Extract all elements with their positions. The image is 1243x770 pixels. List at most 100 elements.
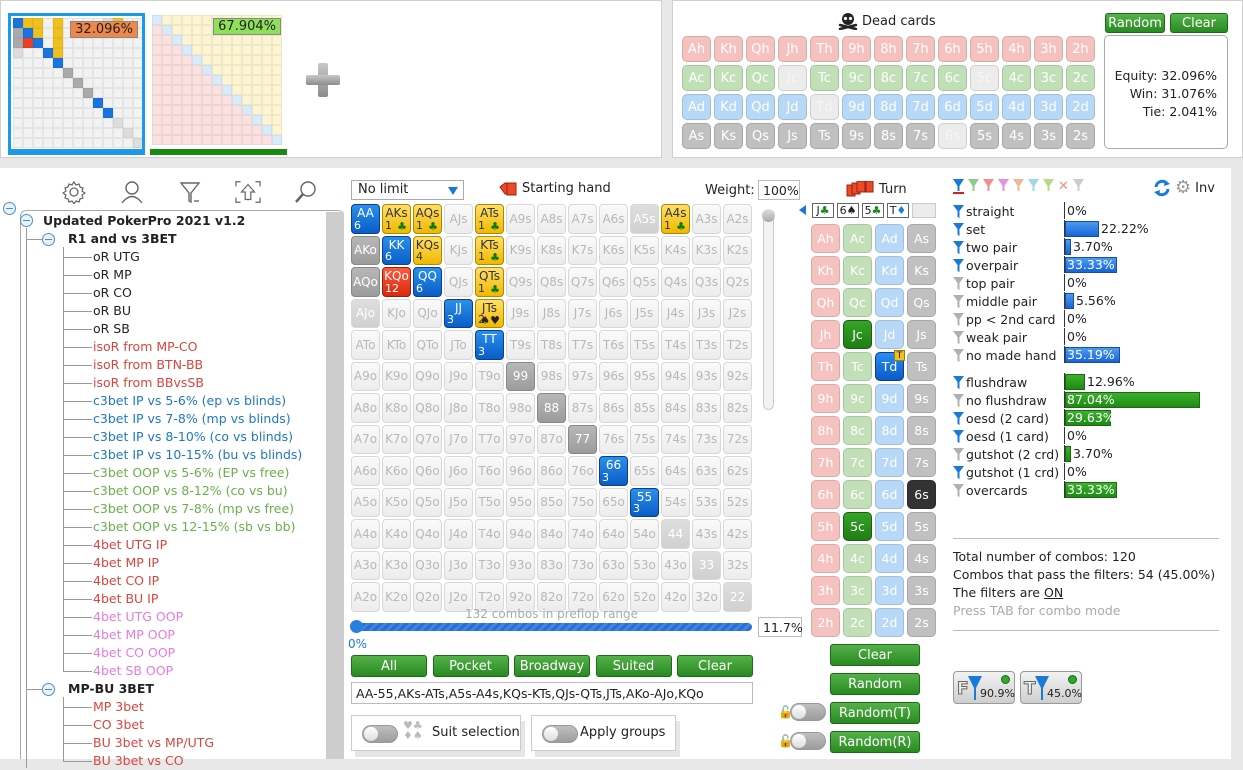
funnel-icon[interactable] [953, 294, 964, 308]
board-deck-card[interactable]: Td T [875, 350, 905, 381]
dead-card[interactable]: Jc [778, 65, 807, 91]
filter-tab-icon[interactable] [968, 179, 979, 194]
hand-cell[interactable]: 32s [723, 550, 752, 580]
hand-cell[interactable]: 65s [630, 456, 659, 486]
board-deck-card[interactable]: Th [811, 352, 840, 381]
dead-card[interactable]: 8s [874, 123, 903, 149]
dead-card[interactable]: 8d [874, 94, 903, 120]
tree-item[interactable]: 4bet UTG IP [93, 536, 167, 554]
tree-item[interactable]: isoR from MP-CO [93, 338, 197, 356]
dead-card[interactable]: 4d [1002, 94, 1031, 120]
dead-card[interactable]: 3s [1034, 123, 1063, 149]
hand-cell[interactable]: A8s [537, 204, 566, 234]
board-clear-button[interactable]: Clear [830, 644, 920, 666]
hand-cell[interactable]: Q4s [661, 267, 690, 297]
hand-cell[interactable]: 85s [630, 393, 659, 423]
hand-cell[interactable]: A9s [506, 204, 535, 234]
hand-cell[interactable]: J8s [537, 298, 566, 328]
filter-row[interactable]: top pair [953, 274, 1015, 292]
range-vertical-slider[interactable] [762, 209, 775, 410]
apply-groups-toggle[interactable] [542, 725, 578, 743]
dead-card[interactable]: Tc [810, 65, 839, 91]
hand-cell[interactable]: Q9s [506, 267, 535, 297]
dead-card[interactable]: Ks [714, 123, 743, 149]
hand-cell[interactable]: Q6s [599, 267, 628, 297]
suit-selection-toggle[interactable] [362, 725, 398, 743]
hand-cell[interactable]: K5s [630, 235, 659, 265]
hand-cell[interactable]: TT 3 [475, 330, 504, 360]
invert-label[interactable]: Inv [1195, 181, 1215, 196]
tree-item[interactable]: oR SB [93, 320, 130, 338]
board-deck-card[interactable]: Jd [875, 320, 904, 349]
hand-cell[interactable]: 74o [568, 519, 597, 549]
hand-cell[interactable]: J6o [444, 456, 473, 486]
dead-card[interactable]: 5d [970, 94, 999, 120]
board-deck-card[interactable]: Qs [907, 288, 936, 317]
hand-cell[interactable]: J8o [444, 393, 473, 423]
hand-cell[interactable]: 86o [537, 456, 566, 486]
hand-cell[interactable]: 42o [661, 582, 690, 612]
hand-cell[interactable]: K7s [568, 235, 597, 265]
hand-cell[interactable]: A7o [351, 424, 380, 454]
hand-cell[interactable]: 54s [661, 487, 690, 517]
range-percent-input[interactable]: 11.7% [758, 617, 803, 637]
hand-cell[interactable]: Q2o [413, 582, 442, 612]
range-clear-button[interactable]: Clear [677, 655, 753, 677]
board-deck-card[interactable]: Ad [875, 224, 904, 253]
board-deck-card[interactable]: Tc [843, 352, 872, 381]
filter-row[interactable]: gutshot (2 crd) [953, 445, 1059, 463]
hand-cell[interactable]: JJ 3 [444, 298, 473, 328]
board-deck-card[interactable]: Kh [811, 256, 840, 285]
hand-cell[interactable]: 64o [599, 519, 628, 549]
hand-cell[interactable]: ATo [351, 330, 380, 360]
hand-cell[interactable]: K8s [537, 235, 566, 265]
gear-icon[interactable] [60, 178, 88, 206]
dead-card[interactable]: Qd [746, 94, 775, 120]
collapse-icon[interactable] [42, 683, 55, 696]
hand-cell[interactable]: 73s [692, 424, 721, 454]
board-card-slot[interactable]: J ♣ [812, 203, 834, 218]
filters-state-toggle[interactable]: ON [1044, 585, 1063, 600]
filter-row[interactable]: oesd (2 card) [953, 409, 1049, 427]
dead-card[interactable]: Jd [778, 94, 807, 120]
board-deck-card[interactable]: 2h [811, 608, 840, 637]
dead-cards-random-button[interactable]: Random [1105, 13, 1165, 33]
tree-scrollbar[interactable] [326, 212, 344, 759]
hand-cell[interactable]: 96s [599, 361, 628, 391]
hand-cell[interactable]: 93o [506, 550, 535, 580]
funnel-icon[interactable] [953, 348, 964, 362]
filter-row[interactable]: no flushdraw [953, 391, 1047, 409]
hand-cell[interactable]: T6o [475, 456, 504, 486]
dead-card[interactable]: 7h [906, 36, 935, 62]
tree-item[interactable]: 4bet MP OOP [93, 626, 175, 644]
hand-cell[interactable]: T7o [475, 424, 504, 454]
random-turn-toggle[interactable] [790, 703, 826, 721]
hand-cell[interactable]: 75o [568, 487, 597, 517]
hand-cell[interactable]: 95s [630, 361, 659, 391]
board-deck-card[interactable]: 7h [811, 448, 840, 477]
board-deck-card[interactable]: Kc [843, 256, 872, 285]
funnel-icon[interactable] [953, 429, 964, 443]
tree-item[interactable]: MP 3bet [93, 698, 144, 716]
board-card-slot[interactable] [912, 203, 936, 218]
hand-cell[interactable]: A6s [599, 204, 628, 234]
dead-card[interactable]: 6d [938, 94, 967, 120]
filter-row[interactable]: overcards [953, 481, 1028, 499]
hand-cell[interactable]: ATs 1 ♣ [475, 204, 504, 234]
hand-cell[interactable]: KQo 12 [382, 267, 411, 297]
board-deck-card[interactable]: 9s [907, 384, 936, 413]
hand-cell[interactable]: Q8o [413, 393, 442, 423]
hand-cell[interactable]: JTo [444, 330, 473, 360]
hand-cell[interactable]: J5s [630, 298, 659, 328]
hand-cell[interactable]: 72s [723, 424, 752, 454]
hand-cell[interactable]: 53o [630, 550, 659, 580]
hand-cell[interactable]: KK 6 [382, 235, 411, 265]
refresh-icon[interactable] [1153, 179, 1171, 197]
board-deck-card[interactable]: 8h [811, 416, 840, 445]
hand-cell[interactable]: A2s [723, 204, 752, 234]
hand-cell[interactable]: K9o [382, 361, 411, 391]
hand-cell[interactable]: 86s [599, 393, 628, 423]
dead-card[interactable]: 4s [1002, 123, 1031, 149]
filter-row[interactable]: set [953, 220, 985, 238]
dead-card[interactable]: Js [778, 123, 807, 149]
